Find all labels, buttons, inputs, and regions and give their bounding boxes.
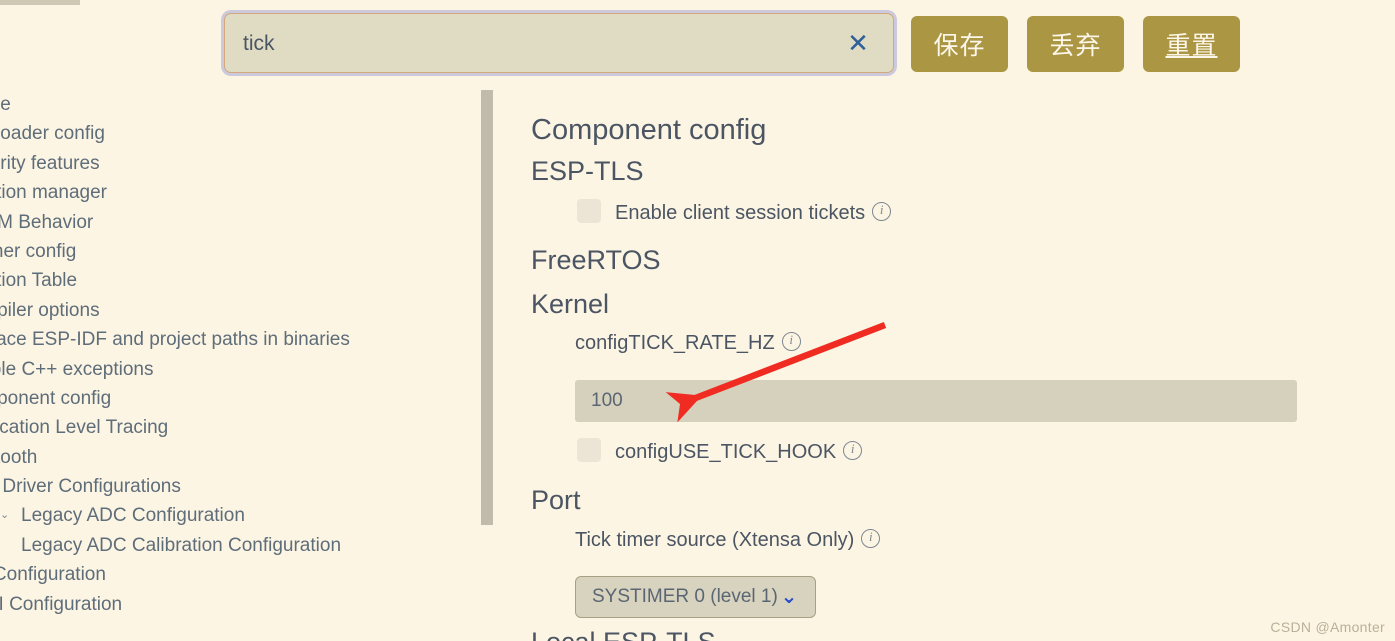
- sidebar-item-legacy-adc-configuration[interactable]: ⌄ Legacy ADC Configuration: [0, 501, 470, 530]
- watermark: CSDN @Amonter: [1270, 619, 1385, 635]
- sidebar-item-replace-esp-idf-and-project-paths-in-binaries[interactable]: Replace ESP-IDF and project paths in bin…: [0, 325, 470, 354]
- reset-button[interactable]: 重置: [1143, 16, 1240, 72]
- sidebar-item-label: SPI Configuration: [0, 564, 106, 586]
- sidebar-item-twai-configuration[interactable]: TWAI Configuration: [0, 590, 470, 619]
- row-label-text: configTICK_RATE_HZ: [575, 332, 775, 354]
- label-tick-timer-source: Tick timer source (Xtensa Only): [575, 527, 881, 552]
- sidebar-item-label: Component config: [0, 387, 112, 409]
- sidebar-item-bootloader-config[interactable]: Bootloader config: [0, 119, 470, 148]
- reset-button-label: 重置: [1165, 32, 1218, 60]
- sidebar-item-compiler-options[interactable]: Compiler options: [0, 296, 470, 325]
- info-icon[interactable]: [781, 331, 801, 351]
- discard-button[interactable]: 丢弃: [1027, 16, 1124, 72]
- chevron-down-icon: ⌄: [780, 586, 798, 608]
- row-label-text: configUSE_TICK_HOOK: [615, 441, 837, 463]
- section-heading-esp-tls: ESP-TLS: [531, 156, 644, 186]
- sidebar-item-label: Partition manager: [0, 182, 107, 204]
- section-subheading-kernel: Kernel: [531, 289, 610, 319]
- info-icon[interactable]: [843, 440, 863, 460]
- sidebar-item-label: Application Level Tracing: [0, 417, 169, 439]
- close-icon[interactable]: ✕: [843, 28, 873, 58]
- sidebar-item-dram-behavior[interactable]: DRAM Behavior: [0, 208, 470, 237]
- sidebar-item-label: ADC Driver Configurations: [0, 476, 181, 498]
- sidebar-item-enable-c-exceptions[interactable]: Enable C++ exceptions: [0, 355, 470, 384]
- sidebar: Scope Bootloader config Security features…: [0, 90, 470, 641]
- row-label-text: Tick timer source (Xtensa Only): [575, 529, 855, 551]
- sidebar-item-partition-table[interactable]: Partition Table: [0, 266, 470, 295]
- search-box[interactable]: ✕: [224, 13, 894, 74]
- sidebar-item-application-level-tracing[interactable]: Application Level Tracing: [0, 413, 470, 442]
- save-button[interactable]: 保存: [911, 16, 1008, 72]
- label-config-use-tick-hook: configUSE_TICK_HOOK: [615, 439, 863, 464]
- sidebar-item-label: Enable C++ exceptions: [0, 358, 154, 380]
- sidebar-item-label: Bluetooth: [0, 446, 38, 468]
- config-tick-rate-hz-input[interactable]: [575, 380, 1297, 422]
- sidebar-item-partition-manager[interactable]: Partition manager: [0, 178, 470, 207]
- page-title: Component config: [531, 114, 767, 146]
- content-panel: Component config ESP-TLS Enable client s…: [500, 88, 1395, 641]
- sidebar-item-label: Legacy ADC Calibration Configuration: [21, 534, 342, 556]
- tick-timer-source-value: SYSTIMER 0 (level 1): [592, 586, 778, 607]
- label-config-tick-rate-hz: configTICK_RATE_HZ: [575, 330, 801, 355]
- sidebar-item-label: Scope: [0, 94, 11, 115]
- toolbar: ✕ 保存 丢弃 重置: [0, 0, 1395, 86]
- discard-button-label: 丢弃: [1049, 32, 1102, 60]
- save-button-label: 保存: [933, 32, 986, 60]
- sidebar-item-label: Flasher config: [0, 240, 77, 262]
- checkbox-config-use-tick-hook[interactable]: [577, 438, 601, 462]
- info-icon[interactable]: [872, 201, 892, 221]
- sidebar-item-component-config[interactable]: Component config: [0, 384, 470, 413]
- sidebar-item-security-features[interactable]: Security features: [0, 149, 470, 178]
- sidebar-item-legacy-adc-calibration-configuration[interactable]: Legacy ADC Calibration Configuration: [0, 531, 470, 560]
- section-heading-freertos: FreeRTOS: [531, 245, 661, 275]
- content-scrollbar-thumb[interactable]: [481, 90, 493, 525]
- sidebar-item-adc-driver-configurations[interactable]: ADC Driver Configurations: [0, 472, 470, 501]
- sidebar-item-label: Bootloader config: [0, 123, 105, 145]
- sidebar-item-label: TWAI Configuration: [0, 593, 123, 615]
- sidebar-item-label: Compiler options: [0, 299, 100, 321]
- label-enable-client-session-tickets: Enable client session tickets: [615, 200, 892, 225]
- sidebar-item-label: Replace ESP-IDF and project paths in bin…: [0, 329, 350, 351]
- checkbox-enable-client-session-tickets[interactable]: [577, 199, 601, 223]
- section-heading-port: Port: [531, 485, 581, 515]
- sidebar-item-label: Legacy ADC Configuration: [21, 505, 245, 527]
- chevron-down-icon[interactable]: ⌄: [0, 501, 14, 530]
- sidebar-item-label: DRAM Behavior: [0, 211, 94, 233]
- sidebar-item-scope[interactable]: Scope: [0, 90, 470, 119]
- sidebar-list: Scope Bootloader config Security features…: [0, 90, 470, 619]
- sidebar-item-label: Security features: [0, 152, 100, 174]
- row-label-text: Enable client session tickets: [615, 202, 866, 224]
- sidebar-item-bluetooth[interactable]: Bluetooth: [0, 443, 470, 472]
- section-heading-clipped: Local ESP-TLS: [531, 627, 716, 641]
- sidebar-item-label: Partition Table: [0, 270, 78, 292]
- sidebar-item-flasher-config[interactable]: Flasher config: [0, 237, 470, 266]
- search-input[interactable]: [241, 14, 825, 74]
- sidebar-item-spi-configuration[interactable]: SPI Configuration: [0, 560, 470, 589]
- tick-timer-source-select[interactable]: SYSTIMER 0 (level 1) ⌄: [575, 576, 816, 618]
- info-icon[interactable]: [861, 528, 881, 548]
